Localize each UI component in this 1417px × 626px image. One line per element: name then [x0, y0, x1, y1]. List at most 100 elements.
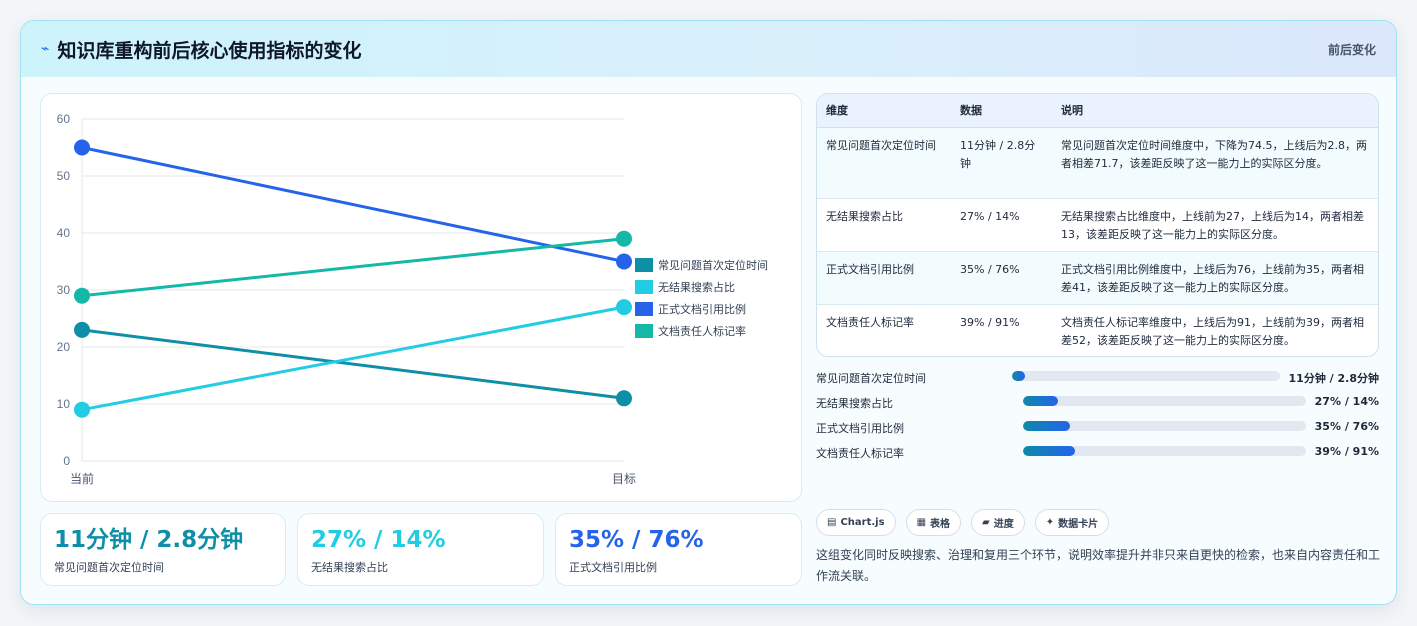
- table-cell: 无结果搜索占比维度中，上线前为27，上线后为14，两者相差13，该差距反映了这一…: [1052, 198, 1378, 252]
- progress-row: 常见问题首次定位时间 11分钟 / 2.8分钟: [816, 367, 1381, 392]
- table-cell: 正式文档引用比例维度中，上线后为76，上线前为35，两者相差41，该差距反映了这…: [1052, 251, 1378, 305]
- legend-label: 文档责任人标记率: [658, 324, 746, 338]
- series-line: [81, 328, 625, 400]
- progress-fill: [1023, 421, 1070, 431]
- table-cell: 35% / 76%: [951, 251, 1052, 305]
- sparkle-icon: ✦: [1045, 517, 1055, 528]
- data-point: [616, 299, 632, 316]
- progress-value: 27% / 14%: [1314, 395, 1379, 408]
- y-tick-label: 40: [57, 226, 71, 240]
- legend-label: 常见问题首次定位时间: [658, 258, 768, 272]
- progress-value: 35% / 76%: [1314, 420, 1379, 433]
- stat-value: 27% / 14%: [311, 527, 446, 553]
- col-description: 说明: [1052, 94, 1378, 128]
- progress-list: 常见问题首次定位时间 11分钟 / 2.8分钟 无结果搜索占比 27% / 14…: [816, 367, 1381, 467]
- legend-swatch: [635, 258, 653, 272]
- progress-row: 无结果搜索占比 27% / 14%: [816, 392, 1381, 417]
- chip-data-card[interactable]: ✦ 数据卡片: [1034, 509, 1110, 536]
- chip-table[interactable]: ▦ 表格: [905, 509, 962, 536]
- x-tick-label: 目标: [612, 472, 636, 486]
- legend-label: 无结果搜索占比: [658, 280, 735, 294]
- table-row: 正式文档引用比例 35% / 76% 正式文档引用比例维度中，上线后为76，上线…: [817, 251, 1378, 305]
- pulse-icon: ⌁: [41, 41, 50, 57]
- table-cell: 常见问题首次定位时间: [817, 127, 951, 199]
- progress-icon: ▰: [982, 517, 990, 528]
- series-line: [81, 146, 625, 263]
- chip-chartjs[interactable]: ▤ Chart.js: [816, 509, 896, 536]
- table-row: 无结果搜索占比 27% / 14% 无结果搜索占比维度中，上线前为27，上线后为…: [817, 198, 1378, 252]
- table-icon: ▦: [916, 517, 927, 528]
- summary-note: 这组变化同时反映搜索、治理和复用三个环节，说明效率提升并非只来自更快的检索，也来…: [816, 548, 1381, 583]
- stat-value: 35% / 76%: [569, 527, 704, 553]
- legend-swatch: [635, 302, 653, 316]
- stat-label: 常见问题首次定位时间: [54, 561, 164, 574]
- table-header-row: 维度 数据 说明: [817, 94, 1378, 128]
- chip-label: 表格: [930, 519, 951, 530]
- y-tick-label: 30: [57, 283, 71, 297]
- stat-card-locate-time: 11分钟 / 2.8分钟 常见问题首次定位时间: [40, 513, 286, 586]
- chip-label: 进度: [993, 519, 1014, 530]
- data-point: [616, 230, 632, 247]
- progress-fill: [1023, 446, 1076, 456]
- header-tag: 前后变化: [1327, 43, 1376, 57]
- stat-label: 无结果搜索占比: [311, 561, 388, 574]
- progress-value: 39% / 91%: [1314, 445, 1379, 458]
- legend-swatch: [635, 324, 653, 338]
- x-tick-label: 当前: [70, 471, 94, 486]
- series-line: [81, 305, 625, 412]
- progress-track: [1023, 446, 1306, 456]
- table-cell: 文档责任人标记率维度中，上线后为91，上线前为39，两者相差52，该差距反映了这…: [1052, 304, 1378, 356]
- stat-label: 正式文档引用比例: [569, 561, 657, 574]
- progress-label: 常见问题首次定位时间: [816, 372, 926, 385]
- progress-value: 11分钟 / 2.8分钟: [1288, 372, 1379, 385]
- stat-card-citation: 35% / 76% 正式文档引用比例: [555, 513, 802, 586]
- chip-progress[interactable]: ▰ 进度: [971, 509, 1025, 536]
- progress-label: 正式文档引用比例: [816, 422, 904, 435]
- progress-track: [1023, 421, 1306, 431]
- y-tick-label: 0: [63, 454, 70, 468]
- table-cell: 文档责任人标记率: [817, 304, 951, 356]
- table-cell: 11分钟 / 2.8分钟: [951, 127, 1052, 199]
- data-point: [74, 401, 90, 418]
- legend-swatch: [635, 280, 653, 294]
- progress-fill: [1012, 371, 1026, 381]
- progress-fill: [1023, 396, 1059, 406]
- progress-label: 文档责任人标记率: [816, 447, 904, 460]
- data-point: [74, 321, 90, 338]
- progress-row: 正式文档引用比例 35% / 76%: [816, 417, 1381, 442]
- table-cell: 39% / 91%: [951, 304, 1052, 356]
- table-cell: 无结果搜索占比: [817, 198, 951, 252]
- data-point: [74, 287, 90, 304]
- table-row: 文档责任人标记率 39% / 91% 文档责任人标记率维度中，上线后为91，上线…: [817, 304, 1378, 356]
- progress-label: 无结果搜索占比: [816, 397, 893, 410]
- chip-label: Chart.js: [840, 517, 885, 528]
- progress-track: [1012, 371, 1280, 381]
- y-tick-label: 20: [57, 340, 71, 354]
- series-line: [81, 237, 625, 298]
- table-cell: 正式文档引用比例: [817, 251, 951, 305]
- progress-row: 文档责任人标记率 39% / 91%: [816, 442, 1381, 467]
- table-row: 常见问题首次定位时间 11分钟 / 2.8分钟 常见问题首次定位时间维度中，下降…: [817, 127, 1378, 199]
- metrics-table: 维度 数据 说明 常见问题首次定位时间 11分钟 / 2.8分钟 常见问题首次定…: [816, 93, 1379, 357]
- y-tick-label: 10: [57, 397, 71, 411]
- col-data: 数据: [951, 94, 1052, 128]
- table-cell: 常见问题首次定位时间维度中，下降为74.5，上线后为2.8，两者相差71.7，该…: [1052, 127, 1378, 199]
- progress-track: [1023, 396, 1306, 406]
- data-point: [74, 139, 90, 156]
- chip-label: 数据卡片: [1058, 519, 1099, 530]
- card-header: ⌁ 知识库重构前后核心使用指标的变化 前后变化: [21, 21, 1396, 77]
- metrics-card: ⌁ 知识库重构前后核心使用指标的变化 前后变化 0 10 20 30 40 50 60 当前 目…: [20, 20, 1397, 605]
- y-tick-label: 60: [57, 112, 71, 126]
- chart-svg: 0 10 20 30 40 50 60 当前 目标 常见问题首次定位时间无结果搜索占比正式文档引用…: [57, 112, 768, 486]
- chart-icon: ▤: [827, 517, 837, 528]
- table-cell: 27% / 14%: [951, 198, 1052, 252]
- tag-chips: ▤ Chart.js ▦ 表格 ▰ 进度 ✦ 数据卡片: [816, 509, 1110, 536]
- line-chart: 0 10 20 30 40 50 60 当前 目标 常见问题首次定位时间 无结果搜索占比 正式文档引用…: [40, 93, 802, 502]
- data-point: [616, 390, 632, 407]
- col-dimension: 维度: [817, 94, 951, 128]
- y-tick-label: 50: [57, 169, 71, 183]
- card-title: 知识库重构前后核心使用指标的变化: [57, 39, 362, 62]
- legend-label: 正式文档引用比例: [658, 302, 746, 316]
- stat-card-no-result: 27% / 14% 无结果搜索占比: [297, 513, 544, 586]
- stat-value: 11分钟 / 2.8分钟: [54, 527, 244, 553]
